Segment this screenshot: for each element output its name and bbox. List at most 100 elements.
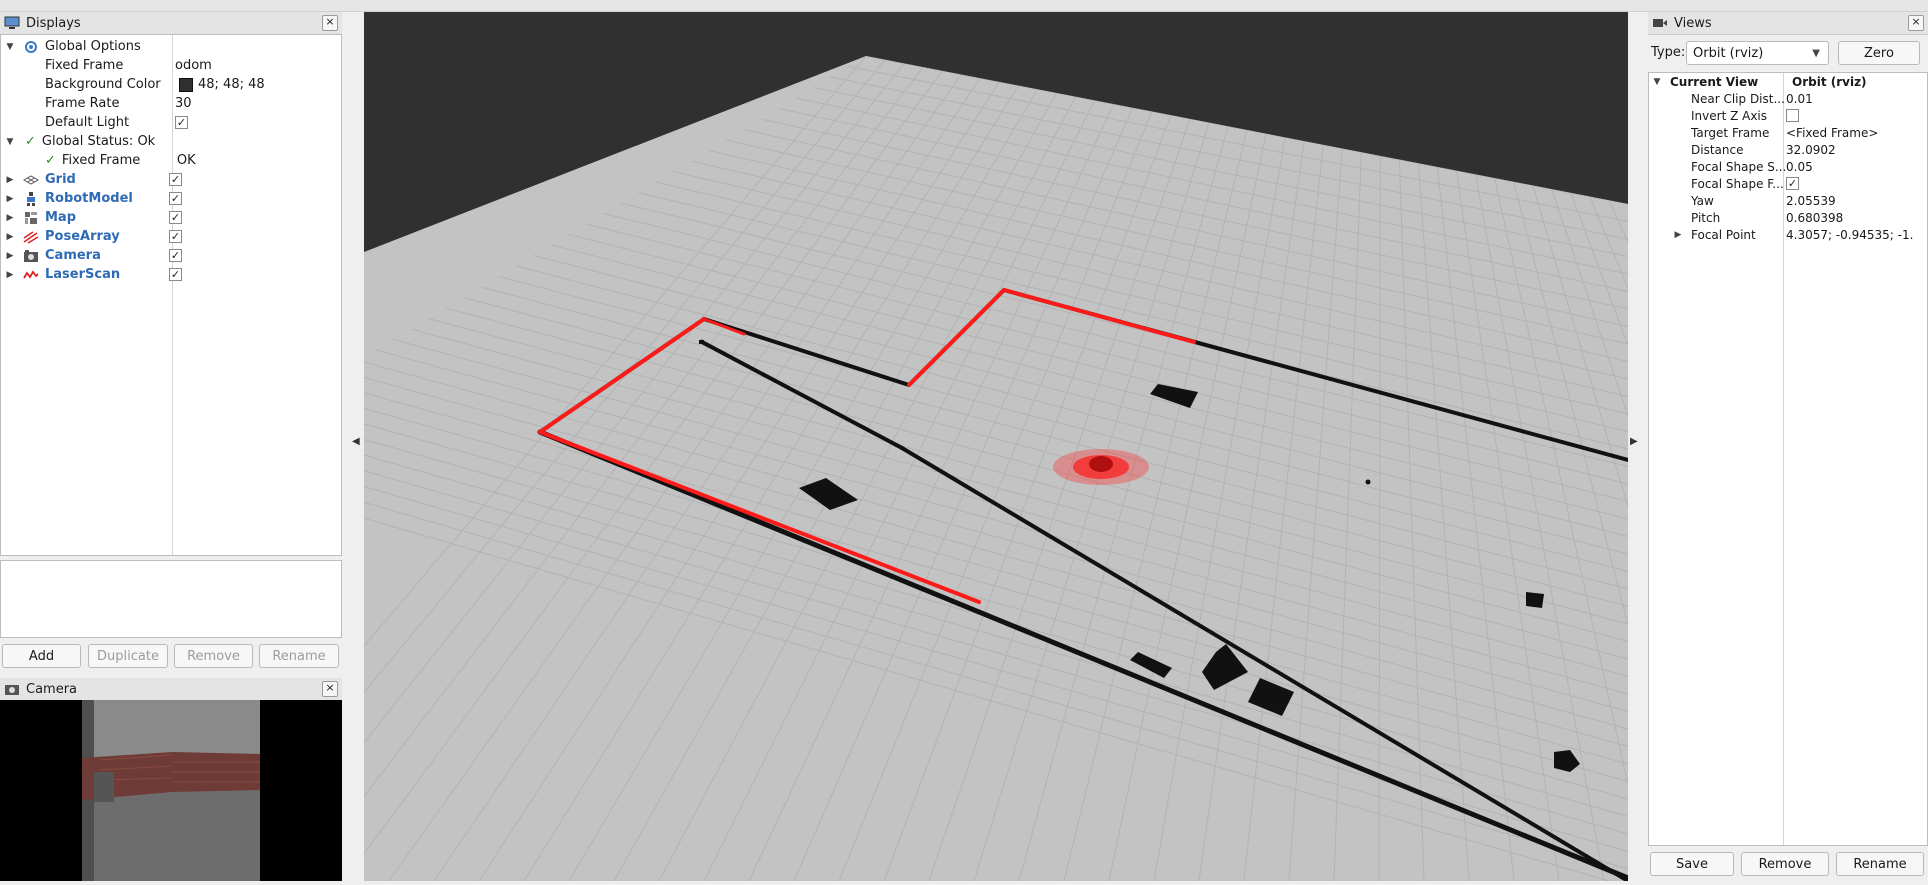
zero-button[interactable]: Zero bbox=[1838, 41, 1920, 65]
expand-arrow-icon[interactable]: ▶ bbox=[5, 251, 15, 261]
duplicate-display-button[interactable]: Duplicate bbox=[88, 644, 168, 668]
camera-image-view[interactable] bbox=[0, 700, 342, 881]
rename-display-button[interactable]: Rename bbox=[259, 644, 339, 668]
camera-panel: Camera × bbox=[0, 678, 342, 881]
gear-icon bbox=[23, 39, 39, 55]
expand-arrow-icon[interactable]: ▼ bbox=[5, 42, 15, 52]
camera-close-button[interactable]: × bbox=[322, 681, 338, 697]
type-label: Type: bbox=[1651, 45, 1686, 60]
tree-row-invert-z[interactable]: Invert Z Axis bbox=[1649, 107, 1927, 124]
tree-row-focal-shape-size[interactable]: Focal Shape S... 0.05 bbox=[1649, 158, 1927, 175]
tree-row-default-light[interactable]: Default Light ✓ bbox=[1, 113, 341, 132]
row-value[interactable]: 0.680398 bbox=[1786, 211, 1843, 225]
tree-row-background-color[interactable]: Background Color 48; 48; 48 bbox=[1, 75, 341, 94]
tree-row-focal-point[interactable]: ▶ Focal Point 4.3057; -0.94535; -1.1... bbox=[1649, 226, 1927, 243]
row-value: Orbit (rviz) bbox=[1792, 74, 1867, 89]
row-label: Fixed Frame bbox=[61, 153, 141, 168]
add-display-button[interactable]: Add bbox=[2, 644, 81, 668]
remove-display-button[interactable]: Remove bbox=[174, 644, 253, 668]
tree-row-fixed-frame[interactable]: Fixed Frame odom bbox=[1, 56, 341, 75]
row-value[interactable]: odom bbox=[175, 58, 212, 73]
tree-row-focal-shape-fixed[interactable]: Focal Shape F... ✓ bbox=[1649, 175, 1927, 192]
row-value[interactable]: 4.3057; -0.94535; -1.1... bbox=[1786, 228, 1914, 242]
displays-close-button[interactable]: × bbox=[322, 15, 338, 31]
grid-checkbox[interactable]: ✓ bbox=[169, 173, 182, 186]
camera-image-shadow bbox=[94, 772, 114, 802]
right-dock-collapse-icon[interactable]: ▶ bbox=[1630, 436, 1638, 447]
expand-arrow-icon[interactable]: ▼ bbox=[1652, 77, 1662, 87]
views-panel-title: Views bbox=[1674, 15, 1712, 31]
view-type-select[interactable]: Orbit (rviz) ▼ bbox=[1686, 41, 1829, 65]
remove-view-button[interactable]: Remove bbox=[1741, 852, 1829, 876]
view-type-value: Orbit (rviz) bbox=[1693, 45, 1764, 61]
render-viewport[interactable] bbox=[364, 12, 1628, 881]
tree-row-status-fixed-frame[interactable]: ✓ Fixed Frame OK bbox=[1, 151, 341, 170]
tree-row-global-options[interactable]: ▼ Global Options bbox=[1, 37, 341, 56]
robot-icon bbox=[23, 191, 39, 207]
row-label: Grid bbox=[45, 172, 76, 187]
tree-row-camera[interactable]: ▶ Camera ✓ bbox=[1, 246, 341, 265]
expand-arrow-icon[interactable]: ▶ bbox=[5, 232, 15, 242]
focal-shape-fixed-checkbox[interactable]: ✓ bbox=[1786, 177, 1799, 190]
row-label: Fixed Frame bbox=[45, 58, 124, 73]
row-label: Default Light bbox=[45, 115, 130, 130]
expand-arrow-icon[interactable]: ▶ bbox=[5, 213, 15, 223]
save-view-button[interactable]: Save bbox=[1650, 852, 1734, 876]
expand-arrow-icon[interactable]: ▶ bbox=[5, 194, 15, 204]
row-value[interactable]: 2.05539 bbox=[1786, 194, 1836, 208]
map-checkbox[interactable]: ✓ bbox=[169, 211, 182, 224]
row-label: Yaw bbox=[1691, 193, 1714, 208]
row-label: Distance bbox=[1691, 142, 1744, 157]
invert-z-checkbox[interactable] bbox=[1786, 109, 1799, 122]
check-icon: ✓ bbox=[45, 153, 56, 168]
tree-row-near-clip[interactable]: Near Clip Dist... 0.01 bbox=[1649, 90, 1927, 107]
views-close-button[interactable]: × bbox=[1908, 15, 1924, 31]
camera-checkbox[interactable]: ✓ bbox=[169, 249, 182, 262]
displays-panel-title-bar[interactable]: Displays × bbox=[0, 12, 342, 35]
top-toolbar-strip bbox=[0, 0, 1928, 12]
expand-arrow-icon[interactable]: ▶ bbox=[5, 270, 15, 280]
tree-row-pitch[interactable]: Pitch 0.680398 bbox=[1649, 209, 1927, 226]
tree-row-grid[interactable]: ▶ Grid ✓ bbox=[1, 170, 341, 189]
robot-model-checkbox[interactable]: ✓ bbox=[169, 192, 182, 205]
rename-view-button[interactable]: Rename bbox=[1836, 852, 1924, 876]
tree-row-distance[interactable]: Distance 32.0902 bbox=[1649, 141, 1927, 158]
tree-row-global-status[interactable]: ▼ ✓ Global Status: Ok bbox=[1, 132, 341, 151]
row-value[interactable]: 0.01 bbox=[1786, 92, 1813, 106]
obstacle-east-1 bbox=[1526, 592, 1544, 608]
tree-row-yaw[interactable]: Yaw 2.05539 bbox=[1649, 192, 1927, 209]
row-value[interactable]: 48; 48; 48 bbox=[198, 77, 265, 92]
left-dock-collapse-icon[interactable]: ◀ bbox=[352, 436, 360, 447]
obstacle-dot bbox=[1365, 479, 1371, 485]
row-label: Map bbox=[45, 210, 77, 225]
expand-arrow-icon[interactable]: ▶ bbox=[5, 175, 15, 185]
displays-tree[interactable]: ▼ Global Options Fixed Frame odom Backgr… bbox=[0, 34, 342, 556]
tree-row-robot-model[interactable]: ▶ RobotModel ✓ bbox=[1, 189, 341, 208]
chevron-down-icon: ▼ bbox=[1812, 47, 1820, 59]
pose-array-checkbox[interactable]: ✓ bbox=[169, 230, 182, 243]
tree-row-laser-scan[interactable]: ▶ LaserScan ✓ bbox=[1, 265, 341, 284]
tree-row-current-view[interactable]: ▼ Current View Orbit (rviz) bbox=[1649, 73, 1927, 90]
row-value[interactable]: <Fixed Frame> bbox=[1786, 126, 1878, 140]
row-value[interactable]: 32.0902 bbox=[1786, 143, 1836, 157]
tree-row-frame-rate[interactable]: Frame Rate 30 bbox=[1, 94, 341, 113]
row-value[interactable]: 30 bbox=[175, 96, 192, 111]
row-label: Global Status: Ok bbox=[41, 134, 156, 149]
row-label: Focal Shape S... bbox=[1691, 159, 1787, 174]
tree-row-pose-array[interactable]: ▶ PoseArray ✓ bbox=[1, 227, 341, 246]
laser-scan-checkbox[interactable]: ✓ bbox=[169, 268, 182, 281]
camera-panel-title: Camera bbox=[26, 681, 78, 697]
laser-scan-icon bbox=[23, 267, 39, 283]
row-label: PoseArray bbox=[45, 229, 120, 244]
expand-arrow-icon[interactable]: ▶ bbox=[1673, 230, 1683, 240]
tree-row-target-frame[interactable]: Target Frame <Fixed Frame> bbox=[1649, 124, 1927, 141]
views-panel-title-bar[interactable]: Views × bbox=[1648, 12, 1928, 35]
view-properties-tree[interactable]: ▼ Current View Orbit (rviz) Near Clip Di… bbox=[1648, 72, 1928, 846]
expand-arrow-icon[interactable]: ▼ bbox=[5, 137, 15, 147]
color-swatch[interactable] bbox=[179, 77, 193, 92]
camera-panel-title-bar[interactable]: Camera × bbox=[0, 678, 342, 701]
tree-row-map[interactable]: ▶ Map ✓ bbox=[1, 208, 341, 227]
default-light-checkbox[interactable]: ✓ bbox=[175, 116, 188, 129]
row-value[interactable]: 0.05 bbox=[1786, 160, 1813, 174]
camera-icon bbox=[4, 681, 20, 697]
